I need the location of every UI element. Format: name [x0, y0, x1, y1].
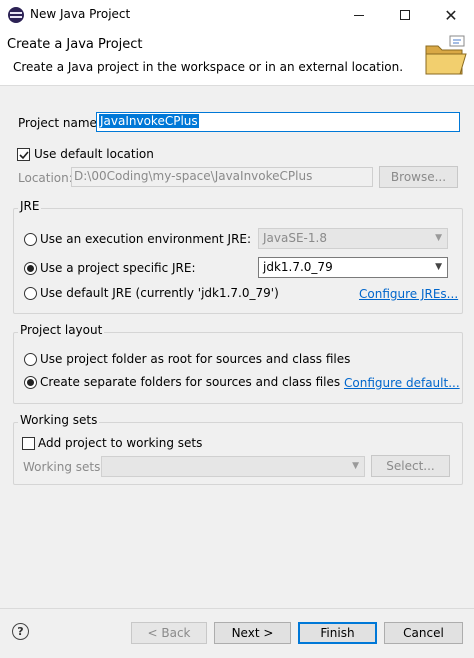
- wizard-banner: Create a Java Project Create a Java proj…: [0, 30, 474, 86]
- window-title: New Java Project: [30, 7, 131, 21]
- maximize-icon: [400, 10, 410, 20]
- chevron-down-icon: ▼: [352, 461, 359, 471]
- chevron-down-icon: ▼: [435, 262, 442, 272]
- configure-jres-link[interactable]: Configure JREs...: [359, 287, 458, 301]
- radio-dot-icon: [27, 379, 34, 386]
- close-button[interactable]: ✕: [428, 0, 474, 30]
- jre-environment-select[interactable]: JavaSE-1.8 ▼: [258, 228, 448, 249]
- back-button[interactable]: < Back: [131, 622, 207, 644]
- project-layout-group: [13, 332, 463, 404]
- jre-specific-select[interactable]: jdk1.7.0_79 ▼: [258, 257, 448, 278]
- finish-button[interactable]: Finish: [298, 622, 377, 644]
- jre-default-radio[interactable]: [24, 287, 37, 300]
- eclipse-icon: [8, 7, 24, 23]
- minimize-icon: [354, 14, 364, 16]
- project-name-input[interactable]: JavaInvokeCPlus: [96, 112, 460, 132]
- folder-icon: [425, 35, 467, 75]
- radio-dot-icon: [27, 265, 34, 272]
- working-sets-select[interactable]: ▼: [101, 456, 365, 477]
- close-icon: ✕: [444, 5, 458, 25]
- working-sets-group-title: Working sets: [18, 413, 100, 427]
- jre-group-title: JRE: [18, 199, 42, 213]
- jre-specific-value: jdk1.7.0_79: [263, 260, 333, 274]
- layout-separate-label: Create separate folders for sources and …: [40, 375, 341, 389]
- help-icon: ?: [17, 625, 24, 638]
- project-name-label: Project name:: [18, 116, 101, 130]
- minimize-button[interactable]: [336, 0, 382, 30]
- layout-root-label: Use project folder as root for sources a…: [40, 352, 351, 366]
- maximize-button[interactable]: [382, 0, 428, 30]
- title-bar: New Java Project ✕: [0, 0, 474, 30]
- layout-root-radio[interactable]: [24, 353, 37, 366]
- jre-default-label: Use default JRE (currently 'jdk1.7.0_79'…: [40, 286, 279, 300]
- wizard-description: Create a Java project in the workspace o…: [13, 60, 404, 74]
- cancel-button[interactable]: Cancel: [384, 622, 463, 644]
- project-layout-group-title: Project layout: [18, 323, 105, 337]
- use-default-location-checkbox[interactable]: [17, 148, 30, 161]
- help-button[interactable]: ?: [12, 623, 29, 640]
- checkmark-icon: [18, 150, 29, 159]
- location-input[interactable]: D:\00Coding\my-space\JavaInvokeCPlus: [71, 167, 373, 187]
- configure-default-link[interactable]: Configure default...: [344, 376, 460, 390]
- browse-button[interactable]: Browse...: [379, 166, 458, 188]
- add-to-working-sets-label: Add project to working sets: [38, 436, 203, 450]
- wizard-title: Create a Java Project: [7, 37, 143, 52]
- footer-separator: [0, 608, 474, 609]
- location-label: Location:: [18, 171, 73, 185]
- add-to-working-sets-checkbox[interactable]: [22, 437, 35, 450]
- project-name-value: JavaInvokeCPlus: [99, 114, 199, 128]
- use-default-location-label: Use default location: [34, 147, 154, 161]
- jre-specific-label: Use a project specific JRE:: [40, 261, 196, 275]
- jre-environment-radio[interactable]: [24, 233, 37, 246]
- jre-environment-value: JavaSE-1.8: [263, 231, 327, 245]
- working-sets-label: Working sets:: [23, 460, 105, 474]
- select-working-sets-button[interactable]: Select...: [371, 455, 450, 477]
- jre-specific-radio[interactable]: [24, 262, 37, 275]
- next-button[interactable]: Next >: [214, 622, 291, 644]
- layout-separate-radio[interactable]: [24, 376, 37, 389]
- jre-environment-label: Use an execution environment JRE:: [40, 232, 252, 246]
- chevron-down-icon: ▼: [435, 233, 442, 243]
